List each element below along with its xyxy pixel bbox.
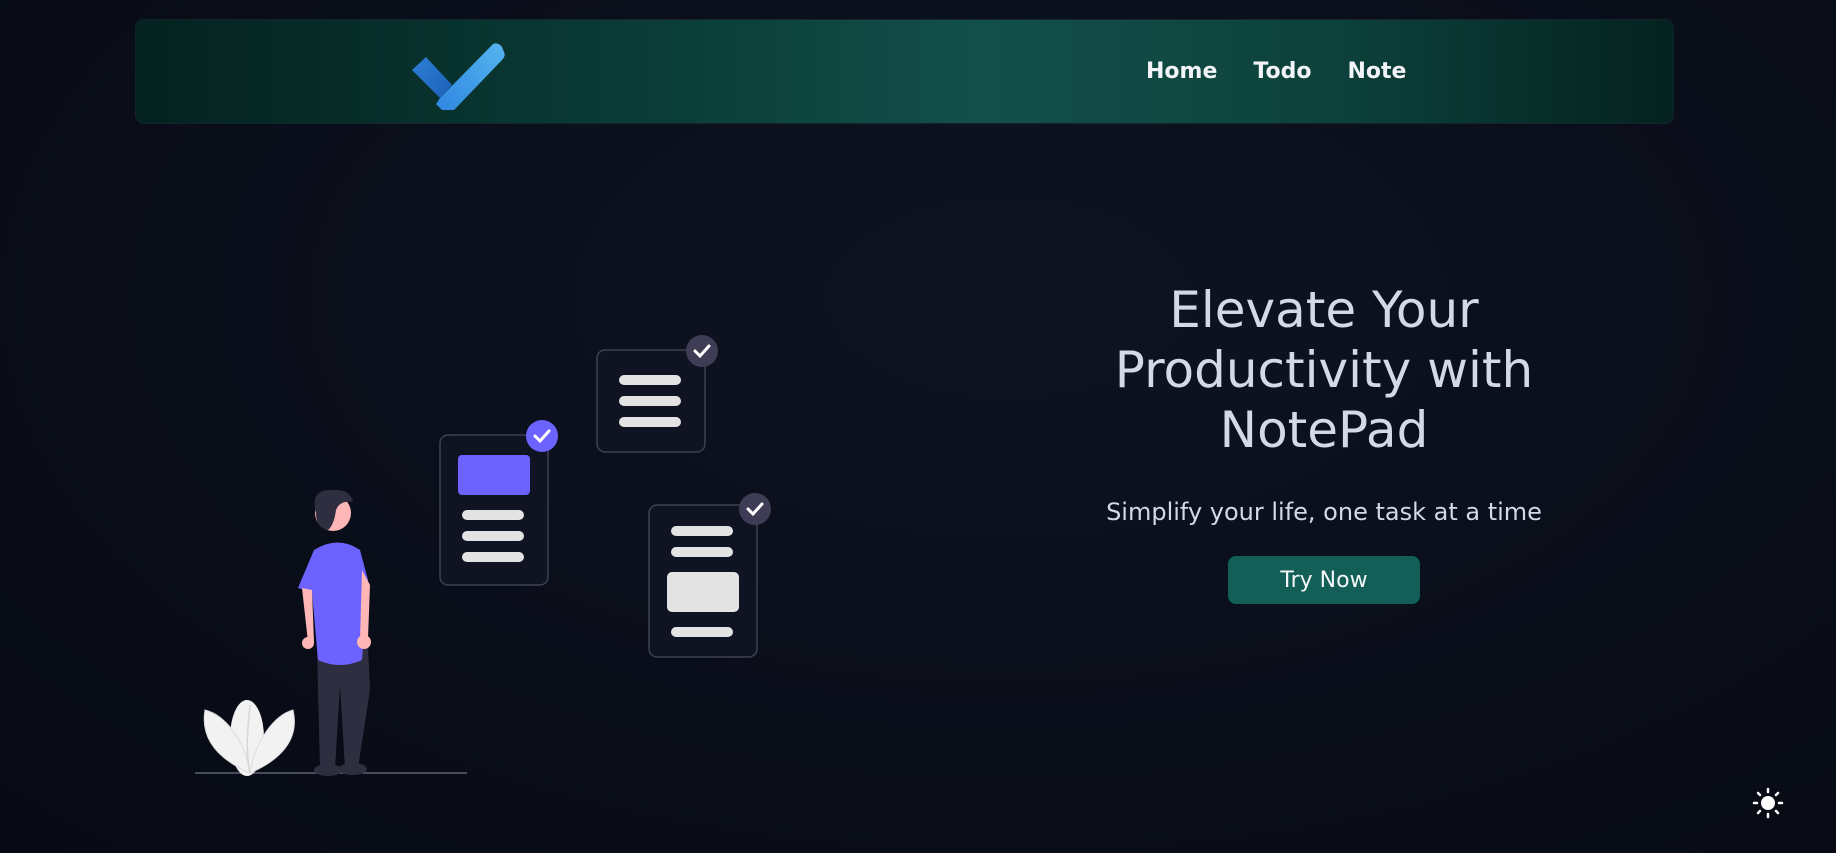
nav-link-todo[interactable]: Todo: [1253, 59, 1311, 84]
task-card-2: [596, 335, 718, 453]
checkmark-logo-icon[interactable]: [408, 30, 508, 110]
productivity-illustration: [195, 335, 771, 776]
navbar: Home Todo Note: [136, 20, 1673, 123]
plant-illustration: [203, 700, 295, 776]
main-nav: Home Todo Note: [1146, 20, 1442, 123]
nav-link-note[interactable]: Note: [1347, 59, 1406, 84]
person-illustration: [298, 489, 371, 776]
hero-section: Elevate Your Productivity with NotePad S…: [1040, 280, 1608, 604]
try-now-button[interactable]: Try Now: [1228, 556, 1420, 604]
nav-link-home[interactable]: Home: [1146, 59, 1217, 84]
sun-icon[interactable]: [1752, 787, 1784, 819]
task-card-1: [439, 420, 558, 586]
hero-title: Elevate Your Productivity with NotePad: [1114, 281, 1534, 459]
task-card-3: [648, 493, 771, 658]
hero-subtitle: Simplify your life, one task at a time: [1106, 498, 1542, 526]
